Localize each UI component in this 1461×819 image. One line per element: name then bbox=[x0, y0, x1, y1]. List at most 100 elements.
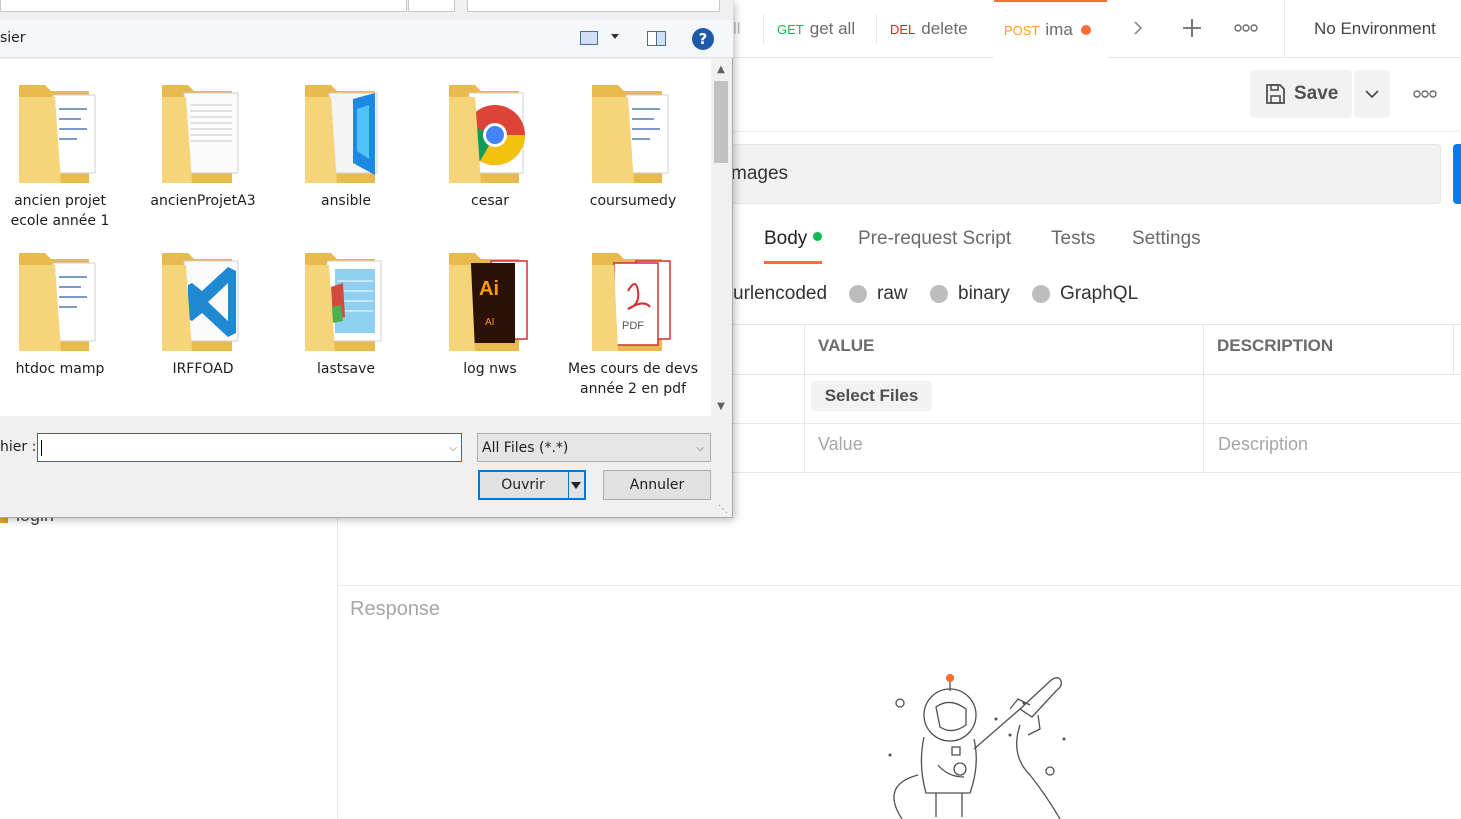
tab-post-name: ima bbox=[1045, 20, 1073, 39]
folder-label: ancien projet ecole année 1 bbox=[10, 193, 110, 229]
change-view-icon[interactable] bbox=[580, 31, 598, 45]
response-label: Response bbox=[350, 598, 441, 620]
folder-notepad-icon bbox=[301, 247, 391, 357]
table-border-bottom bbox=[733, 472, 1461, 473]
save-label: Save bbox=[1294, 83, 1339, 104]
help-icon[interactable]: ? bbox=[692, 28, 714, 50]
folder-item[interactable]: ansible bbox=[280, 79, 412, 211]
cancel-button[interactable]: Annuler bbox=[603, 470, 711, 500]
new-folder-button[interactable]: sier bbox=[0, 30, 26, 46]
folder-label: cesar bbox=[471, 193, 509, 209]
folder-item[interactable]: IRFFOAD bbox=[137, 247, 269, 379]
radio-icon bbox=[849, 285, 867, 303]
save-options-button[interactable] bbox=[1354, 70, 1390, 118]
svg-text:Ai: Ai bbox=[479, 278, 499, 300]
dialog-toolbar: sier ? bbox=[0, 20, 733, 58]
select-files-button[interactable]: Select Files bbox=[811, 381, 932, 411]
open-button[interactable]: Ouvrir bbox=[478, 470, 586, 500]
folder-label: coursumedy bbox=[589, 193, 677, 209]
environment-selector[interactable]: No Environment bbox=[1284, 0, 1461, 58]
scroll-up-icon[interactable]: ▲ bbox=[711, 59, 731, 79]
folder-item[interactable]: htdoc mamp bbox=[0, 247, 126, 379]
address-bar[interactable] bbox=[0, 0, 407, 12]
folder-illustrator-icon: Ai AI bbox=[445, 247, 535, 357]
folder-text-icon bbox=[158, 79, 248, 189]
column-header-description: DESCRIPTION bbox=[1217, 336, 1334, 355]
tab-settings[interactable]: Settings bbox=[1132, 228, 1201, 264]
new-tab-plus-icon[interactable] bbox=[1174, 10, 1210, 46]
folder-label: htdoc mamp bbox=[15, 361, 105, 377]
column-header-value: VALUE bbox=[818, 336, 875, 355]
svg-text:PDF: PDF bbox=[622, 320, 644, 332]
folder-pdf-icon: PDF bbox=[588, 247, 678, 357]
tab-post-images[interactable]: POST ima bbox=[994, 0, 1107, 58]
folder-item[interactable]: lastsave bbox=[280, 247, 412, 379]
folder-label: log nws bbox=[463, 361, 517, 377]
body-mode-binary-label: binary bbox=[958, 283, 1010, 304]
search-box[interactable] bbox=[467, 0, 720, 12]
tab-tests[interactable]: Tests bbox=[1051, 228, 1095, 264]
folder-item[interactable]: PDF Mes cours de devs année 2 en pdf bbox=[567, 247, 699, 399]
scroll-down-icon[interactable]: ▼ bbox=[711, 396, 731, 416]
table-col-divider bbox=[1203, 324, 1204, 473]
tab-delete[interactable]: DEL delete bbox=[890, 0, 980, 58]
body-mode-graphql[interactable]: GraphQL bbox=[1032, 280, 1138, 308]
tab-del-method: DEL bbox=[890, 21, 916, 37]
folder-docs-icon bbox=[15, 79, 105, 189]
body-mode-raw[interactable]: raw bbox=[849, 280, 908, 308]
tab-separator bbox=[763, 14, 764, 44]
folder-item[interactable]: ancien projet ecole année 1 bbox=[0, 79, 126, 231]
send-button[interactable] bbox=[1453, 144, 1461, 204]
tab-more-icon[interactable] bbox=[1228, 10, 1264, 46]
folder-item[interactable]: cesar bbox=[424, 79, 556, 211]
astronaut-illustration-icon bbox=[888, 673, 1066, 819]
scrollbar-thumb[interactable] bbox=[714, 81, 728, 163]
table-border-top bbox=[733, 324, 1461, 325]
tab-get-all[interactable]: GET get all bbox=[777, 0, 865, 58]
request-more-icon[interactable] bbox=[1405, 80, 1445, 108]
radio-icon bbox=[1032, 285, 1050, 303]
response-divider bbox=[338, 585, 1461, 586]
table-col-divider bbox=[804, 324, 805, 473]
folder-item[interactable]: ancienProjetA3 bbox=[137, 79, 269, 211]
tab-body[interactable]: Body bbox=[764, 228, 823, 264]
unsaved-dot-icon bbox=[1080, 25, 1091, 35]
folder-chrome-icon bbox=[445, 79, 535, 189]
filename-input[interactable]: ⌵ bbox=[37, 433, 462, 462]
tab-separator bbox=[876, 14, 877, 44]
description-input[interactable]: Description bbox=[1218, 434, 1308, 455]
preview-pane-icon[interactable] bbox=[647, 31, 666, 46]
body-mode-graphql-label: GraphQL bbox=[1060, 283, 1139, 304]
file-list-scrollbar[interactable]: ▲ ▼ bbox=[711, 59, 731, 416]
open-button-label: Ouvrir bbox=[501, 477, 545, 493]
tab-pre-request-script[interactable]: Pre-request Script bbox=[858, 228, 1011, 264]
refresh-button[interactable] bbox=[408, 0, 455, 12]
tab-0[interactable]: ll bbox=[733, 0, 757, 58]
address-bar-strip bbox=[0, 0, 733, 20]
url-input[interactable]: mages bbox=[700, 144, 1441, 204]
filename-label: hier : bbox=[0, 439, 37, 455]
folder-docs-icon bbox=[15, 247, 105, 357]
chevron-right-icon[interactable] bbox=[1120, 10, 1156, 46]
body-indicator-dot-icon bbox=[813, 232, 823, 242]
view-options-chevron-down-icon[interactable] bbox=[611, 34, 619, 39]
value-input[interactable]: Value bbox=[818, 434, 863, 455]
table-border bbox=[733, 423, 1461, 424]
body-mode-binary[interactable]: binary bbox=[930, 280, 1010, 308]
body-mode-urlencoded[interactable]: urlencoded bbox=[733, 280, 827, 308]
sidebar-divider bbox=[337, 518, 338, 819]
body-mode-raw-label: raw bbox=[877, 283, 908, 304]
folder-docs-icon bbox=[588, 79, 678, 189]
folder-item[interactable]: coursumedy bbox=[567, 79, 699, 211]
folder-item[interactable]: Ai AI log nws bbox=[424, 247, 556, 379]
file-type-select[interactable]: All Files (*.*) ⌵ bbox=[477, 433, 711, 462]
chevron-down-icon[interactable]: ⌵ bbox=[449, 443, 457, 454]
folder-label: Mes cours de devs année 2 en pdf bbox=[567, 361, 699, 397]
open-file-dialog: sier ? ancien projet ecole année 1 ancie… bbox=[0, 0, 733, 518]
resize-grip-icon[interactable]: ⋱ bbox=[718, 504, 728, 515]
folder-label: ancienProjetA3 bbox=[150, 193, 256, 209]
chevron-down-icon: ⌵ bbox=[696, 443, 704, 454]
open-options-chevron-down-icon[interactable] bbox=[571, 482, 581, 489]
save-button[interactable]: Save bbox=[1250, 70, 1352, 118]
screen: ll GET get all DEL delete POST ima No En… bbox=[0, 0, 1461, 819]
